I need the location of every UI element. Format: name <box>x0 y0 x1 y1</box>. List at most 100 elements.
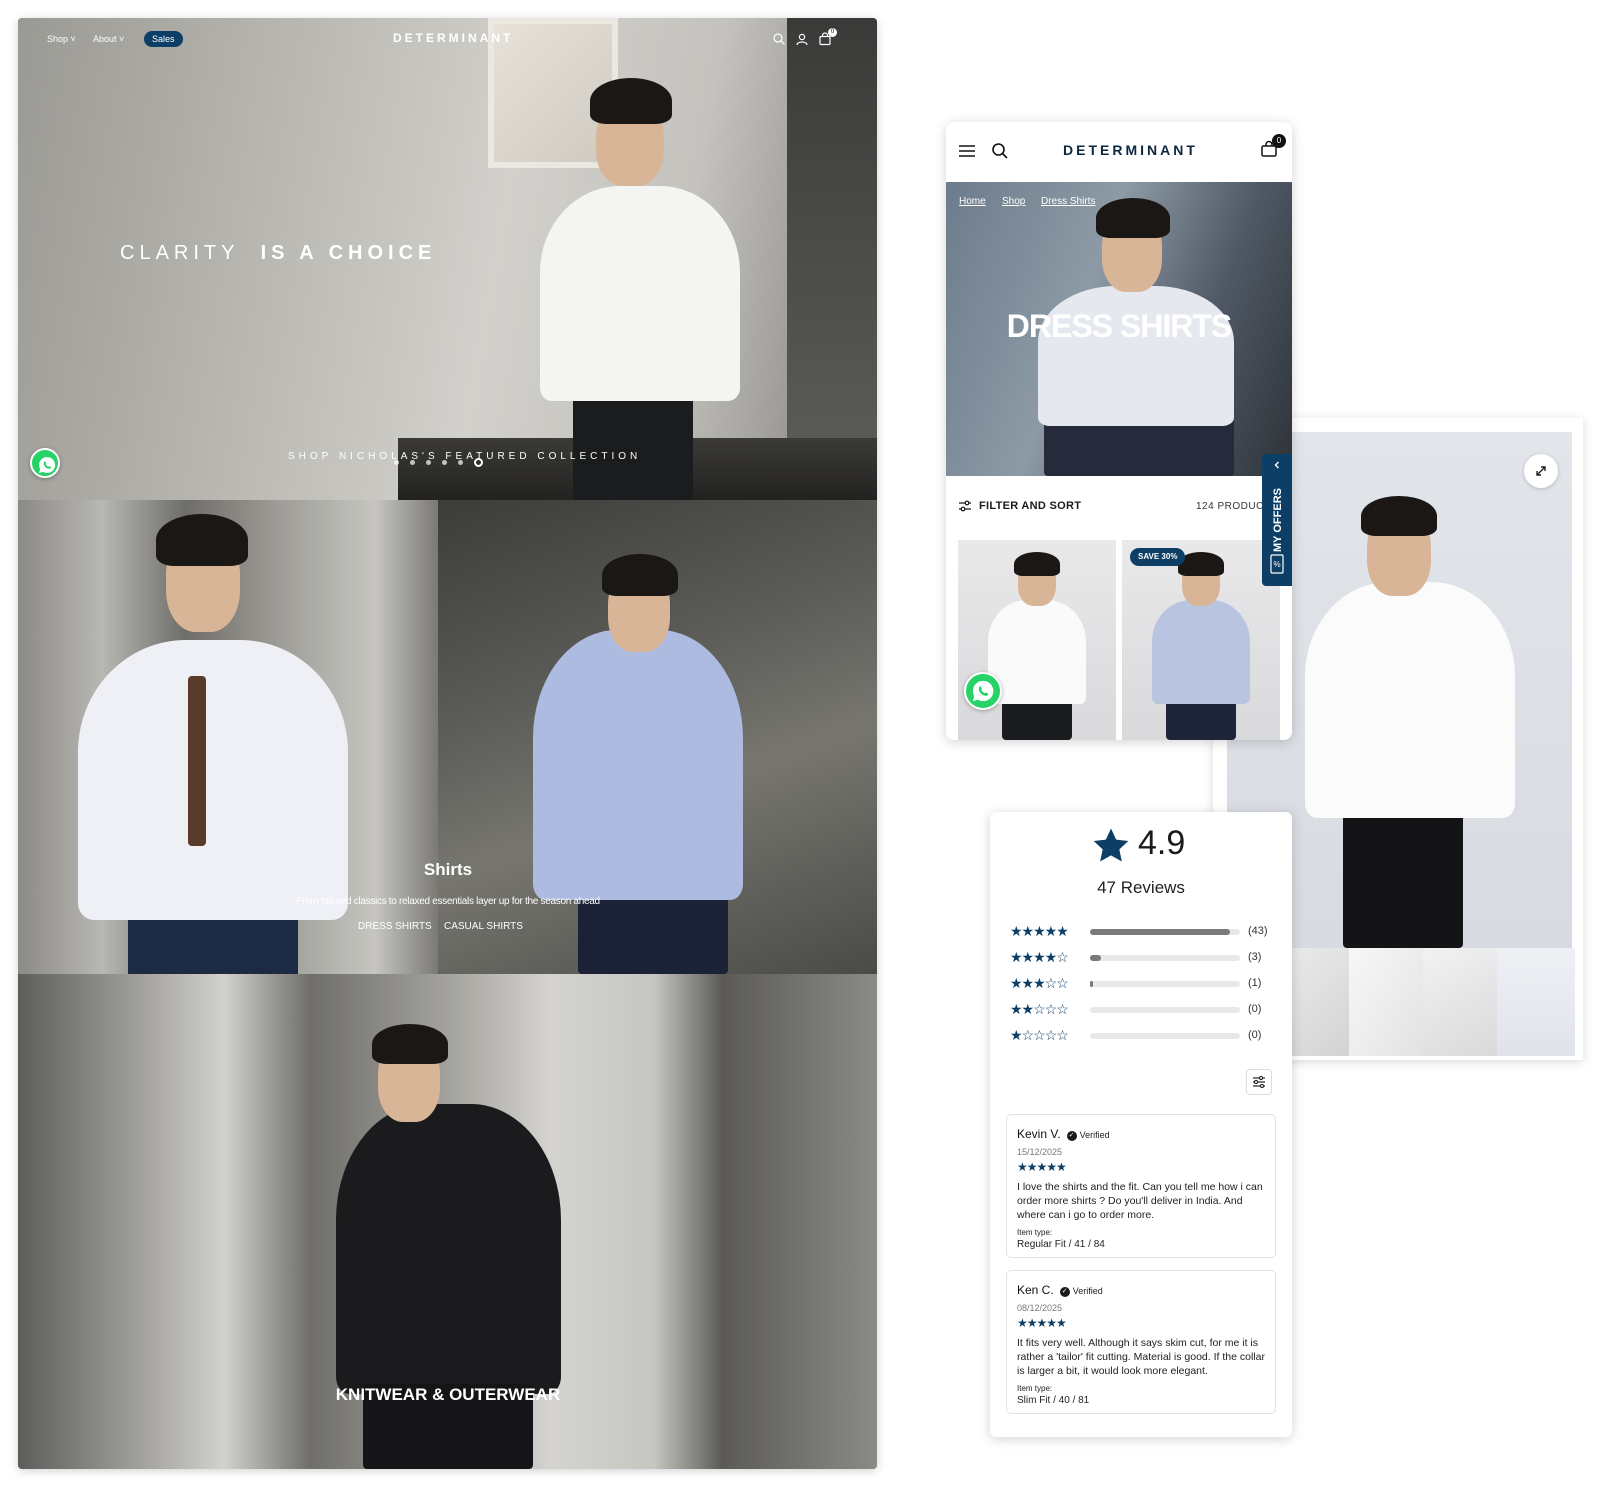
breadcrumb-shop[interactable]: Shop <box>1002 196 1025 207</box>
reviewer-name: Ken C. <box>1017 1283 1054 1297</box>
cart-count-badge: 0 <box>828 28 837 37</box>
verified-label: Verified <box>1079 1130 1110 1140</box>
outerwear-title[interactable]: KNITWEAR & OUTERWEAR <box>248 1385 648 1405</box>
item-type-value: Slim Fit / 40 / 81 <box>1017 1395 1090 1406</box>
cart-count-badge: 0 <box>1272 134 1286 148</box>
slide-dot[interactable] <box>410 460 415 465</box>
rating-row-4[interactable]: ★★★★☆ (3) <box>1010 950 1280 964</box>
reviews-count: 47 Reviews <box>1097 878 1185 897</box>
casual-shirts-link[interactable]: CASUAL SHIRTS <box>444 921 523 932</box>
nav-sales[interactable]: Sales <box>144 31 183 47</box>
brand-logo[interactable]: DETERMINANT <box>1063 142 1195 158</box>
rating-row-count: (3) <box>1248 951 1262 963</box>
rating-row-stars: ★★☆☆☆ <box>1010 1001 1069 1017</box>
nav-shop[interactable]: Shop ˅ <box>47 34 76 44</box>
rating-row-stars: ★★★★☆ <box>1010 949 1069 965</box>
product-thumbnail[interactable] <box>1423 948 1503 1056</box>
search-icon[interactable] <box>991 142 1009 160</box>
product-card[interactable]: SAVE 30% <box>1122 540 1280 740</box>
review-card: Ken C. ✓ Verified 08/12/2025 ★★★★★ It fits… <box>1006 1270 1276 1414</box>
rating-row-2[interactable]: ★★☆☆☆ (0) <box>1010 1002 1280 1016</box>
discount-icon: % <box>1270 554 1284 574</box>
rating-row-bar <box>1090 1007 1240 1013</box>
filter-bar: FILTER AND SORT 124 PRODUC <box>946 476 1292 542</box>
product-thumbnail[interactable] <box>1349 948 1429 1056</box>
rating-row-3[interactable]: ★★★☆☆ (1) <box>1010 976 1280 990</box>
desktop-homepage: Shop ˅ About ˅ Sales DETERMINANT 0 CLARI… <box>18 18 877 1469</box>
chevron-left-icon <box>1274 461 1279 469</box>
review-date: 15/12/2025 <box>1017 1147 1063 1157</box>
mobile-collection-page: DETERMINANT 0 Home Shop Dress Shirts DRE… <box>946 122 1292 740</box>
nav-about[interactable]: About ˅ <box>93 34 124 44</box>
whatsapp-icon[interactable] <box>964 672 1002 710</box>
rating-row-bar <box>1090 929 1240 935</box>
expand-icon[interactable] <box>1524 454 1558 488</box>
rating-row-bar <box>1090 1033 1240 1039</box>
collection-hero: Home Shop Dress Shirts DRESS SHIRTS <box>946 182 1292 476</box>
review-text: It fits very well. Although it says skim… <box>1017 1337 1265 1377</box>
star-icon <box>1093 828 1129 862</box>
slide-dot-active[interactable] <box>474 458 483 467</box>
hero-title: CLARITY IS A CHOICE <box>120 242 436 265</box>
sliders-icon <box>1253 1075 1265 1089</box>
reviewer-name: Kevin V. <box>1017 1127 1061 1141</box>
svg-text:%: % <box>1273 560 1280 569</box>
rating-row-bar-fill <box>1090 929 1230 935</box>
breadcrumb-dress-shirts[interactable]: Dress Shirts <box>1041 196 1095 207</box>
collection-title: DRESS SHIRTS <box>1006 308 1232 344</box>
shirts-subtitle: From tailored classics to relaxed essent… <box>296 896 600 907</box>
rating-row-stars: ★☆☆☆☆ <box>1010 1027 1069 1043</box>
product-thumbnail[interactable] <box>1497 948 1577 1056</box>
product-card[interactable] <box>958 540 1116 740</box>
slide-dot[interactable] <box>458 460 463 465</box>
slide-dot[interactable] <box>394 460 399 465</box>
rating-row-5[interactable]: ★★★★★ (43) <box>1010 924 1280 938</box>
hero-title-light: CLARITY <box>120 242 240 264</box>
product-count: 124 PRODUC <box>1196 501 1264 512</box>
rating-row-1[interactable]: ★☆☆☆☆ (0) <box>1010 1028 1280 1042</box>
window-background <box>787 18 877 500</box>
rating-row-bar-fill <box>1090 981 1093 987</box>
rating-row-bar-fill <box>1090 955 1101 961</box>
filter-icon[interactable] <box>958 500 972 512</box>
mobile-header: DETERMINANT 0 <box>946 122 1292 182</box>
search-icon[interactable] <box>772 32 786 46</box>
item-type-label: Item type: <box>1017 1384 1053 1393</box>
verified-label: Verified <box>1072 1286 1103 1296</box>
brand-logo[interactable]: DETERMINANT <box>393 31 510 45</box>
item-type-value: Regular Fit / 41 / 84 <box>1017 1239 1105 1250</box>
review-stars: ★★★★★ <box>1017 1160 1067 1174</box>
hero-title-bold: IS A CHOICE <box>260 242 437 264</box>
review-card: Kevin V. ✓ Verified 15/12/2025 ★★★★★ I lov… <box>1006 1114 1276 1258</box>
my-offers-tab-label-wrap: MY OFFERS % <box>1262 454 1292 586</box>
rating-row-count: (43) <box>1248 925 1268 937</box>
average-rating: 4.9 <box>1138 824 1186 862</box>
review-filter-button[interactable] <box>1246 1069 1272 1095</box>
rating-row-stars: ★★★☆☆ <box>1010 975 1069 991</box>
reviews-widget: 4.9 47 Reviews ★★★★★ (43) ★★★★☆ (3) ★★★☆☆ (1)… <box>990 812 1292 1437</box>
save-badge: SAVE 30% <box>1130 548 1186 566</box>
item-type-label: Item type: <box>1017 1228 1053 1237</box>
review-stars: ★★★★★ <box>1017 1316 1067 1330</box>
review-date: 08/12/2025 <box>1017 1303 1063 1313</box>
shirts-title[interactable]: Shirts <box>398 860 498 880</box>
top-navigation: Shop ˅ About ˅ Sales DETERMINANT 0 <box>18 18 877 60</box>
verified-check-icon: ✓ <box>1066 1131 1077 1141</box>
account-icon[interactable] <box>795 32 809 46</box>
menu-icon[interactable] <box>958 144 976 158</box>
rating-row-bar <box>1090 955 1240 961</box>
verified-check-icon: ✓ <box>1059 1287 1070 1297</box>
breadcrumb-home[interactable]: Home <box>959 196 986 207</box>
dress-shirts-link[interactable]: DRESS SHIRTS <box>358 921 432 932</box>
slide-indicators <box>394 458 514 468</box>
review-text: I love the shirts and the fit. Can you t… <box>1017 1181 1263 1221</box>
slide-dot[interactable] <box>442 460 447 465</box>
rating-row-count: (1) <box>1248 977 1262 989</box>
rating-row-count: (0) <box>1248 1029 1262 1041</box>
rating-row-stars: ★★★★★ <box>1010 923 1069 939</box>
rating-row-bar <box>1090 981 1240 987</box>
rating-row-count: (0) <box>1248 1003 1262 1015</box>
filter-sort-button[interactable]: FILTER AND SORT <box>979 500 1081 512</box>
whatsapp-icon[interactable] <box>30 448 60 478</box>
slide-dot[interactable] <box>426 460 431 465</box>
